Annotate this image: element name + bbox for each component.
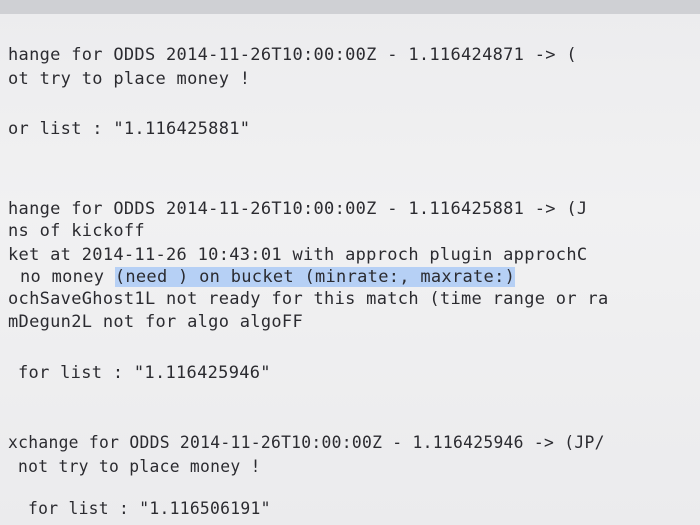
log-line: mDegun2L not for algo algoFF bbox=[8, 312, 303, 332]
log-line: ochSaveGhost1L not ready for this match … bbox=[8, 289, 609, 309]
log-line: no money (need ) on bucket (minrate:, ma… bbox=[20, 266, 516, 288]
log-line: or list : "1.116425881" bbox=[8, 119, 251, 139]
screen-bezel bbox=[0, 0, 700, 14]
log-line: not try to place money ! bbox=[18, 457, 261, 477]
log-line: hange for ODDS 2014-11-26T10:00:00Z - 1.… bbox=[8, 199, 588, 219]
log-line: for list : "1.116506191" bbox=[28, 499, 271, 519]
log-line: hange for ODDS 2014-11-26T10:00:00Z - 1.… bbox=[8, 45, 577, 65]
log-line: ot try to place money ! bbox=[8, 69, 251, 89]
terminal-window[interactable]: hange for ODDS 2014-11-26T10:00:00Z - 1.… bbox=[0, 14, 700, 525]
log-line: ns of kickoff bbox=[8, 221, 145, 241]
selected-text[interactable]: (need ) on bucket (minrate:, maxrate:) bbox=[114, 267, 516, 287]
log-text: no money bbox=[20, 267, 115, 287]
screen: hange for ODDS 2014-11-26T10:00:00Z - 1.… bbox=[0, 0, 700, 525]
log-line: ket at 2014-11-26 10:43:01 with approch … bbox=[8, 245, 588, 265]
log-line: xchange for ODDS 2014-11-26T10:00:00Z - … bbox=[8, 433, 605, 453]
log-line: for list : "1.116425946" bbox=[18, 363, 271, 383]
